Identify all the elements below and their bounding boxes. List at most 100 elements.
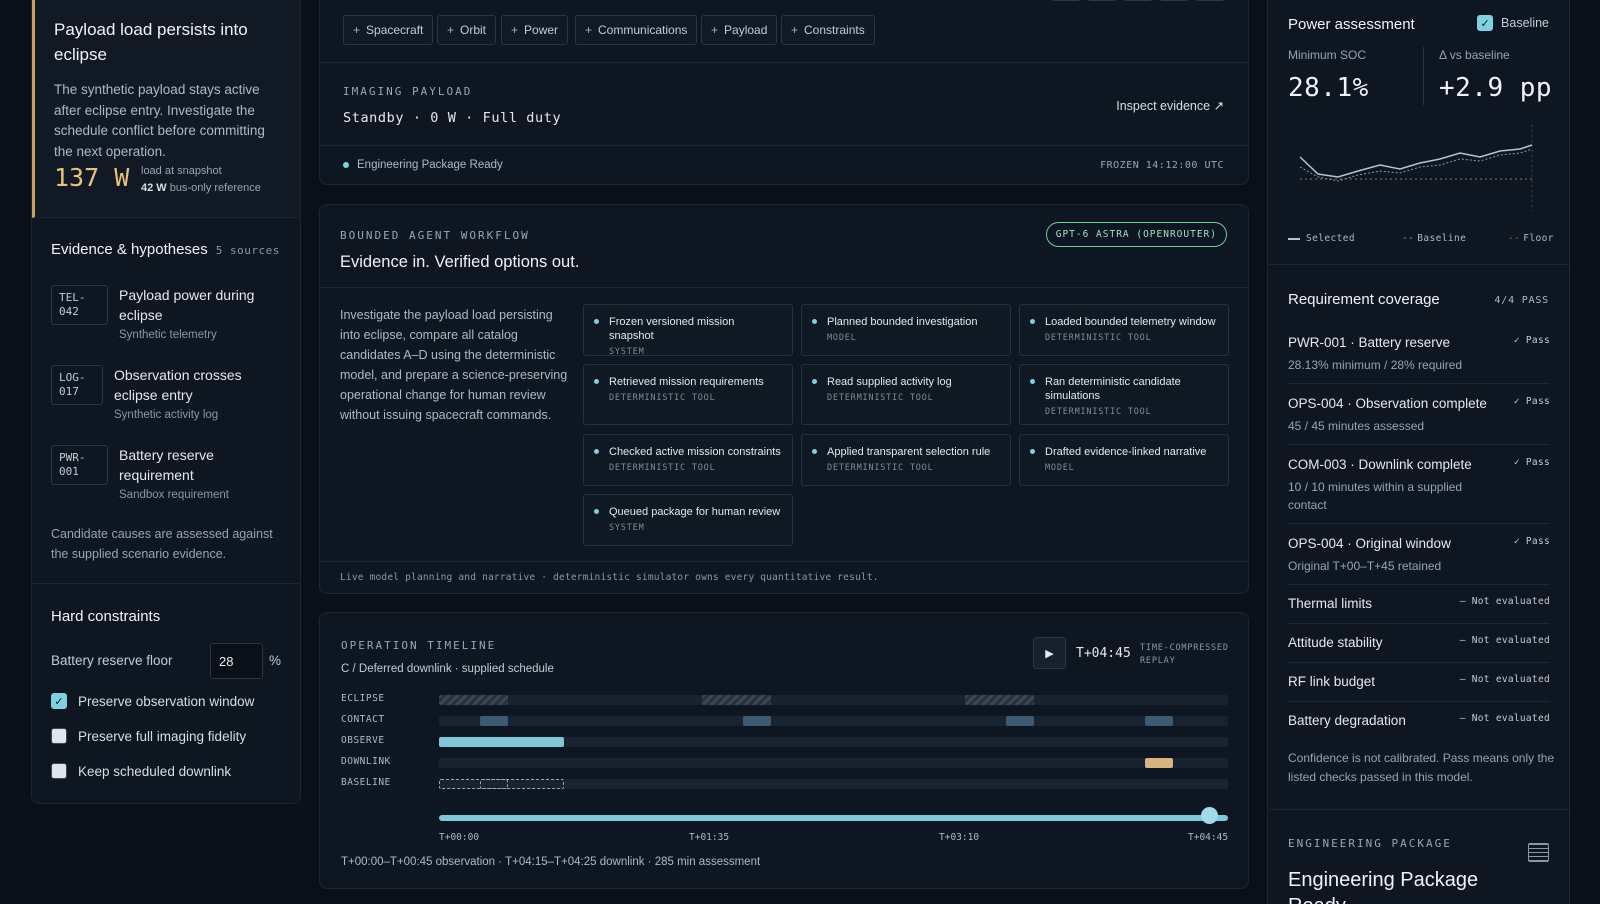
soc-sparkline xyxy=(1299,125,1533,211)
payload-state: Standby · 0 W · Full duty xyxy=(343,110,562,126)
engineering-eyebrow: ENGINEERING PACKAGE xyxy=(1288,837,1452,850)
chip-payload[interactable]: + Payload xyxy=(701,15,778,45)
chip-orbit[interactable]: + Orbit xyxy=(437,15,497,45)
selected-series xyxy=(1299,144,1533,178)
divider xyxy=(320,561,1248,562)
downlink-segment xyxy=(1145,758,1173,768)
requirement-item[interactable]: OPS-004 · Observation complete 45 / 45 mi… xyxy=(1288,396,1550,435)
pass-badge: ✓ Pass xyxy=(1513,536,1550,547)
scrubber-handle[interactable] xyxy=(1201,807,1218,824)
step-dot-icon xyxy=(812,319,817,324)
requirement-item[interactable]: Thermal limits — Not evaluated xyxy=(1288,596,1550,611)
evidence-item[interactable]: TEL- 042 Payload power during eclipse Syn… xyxy=(51,285,286,355)
toolbar-button[interactable] xyxy=(1052,0,1080,1)
contact-segment xyxy=(1006,716,1034,726)
step-dot-icon xyxy=(594,509,599,514)
contact-lane xyxy=(439,716,1228,726)
workflow-step[interactable]: Read supplied activity log DETERMINISTIC … xyxy=(801,364,1011,425)
plus-icon: + xyxy=(353,23,361,37)
workflow-footer: Live model planning and narrative · dete… xyxy=(340,572,879,583)
plus-icon: + xyxy=(447,23,455,37)
divider xyxy=(32,583,300,584)
evidence-count: 5 sources xyxy=(215,244,280,257)
plus-icon: + xyxy=(511,23,519,37)
time-tick: T+04:45 xyxy=(1188,832,1229,843)
evidence-item[interactable]: LOG- 017 Observation crosses eclipse entr… xyxy=(51,365,286,435)
toolbar-button[interactable] xyxy=(1124,0,1152,1)
alert-metric: 137 W xyxy=(54,163,130,192)
evidence-tag: LOG- 017 xyxy=(51,365,103,405)
requirement-item[interactable]: PWR-001 · Battery reserve 28.13% minimum … xyxy=(1288,335,1550,374)
requirements-count: 4/4 PASS xyxy=(1494,295,1549,306)
step-dot-icon xyxy=(1030,449,1035,454)
observe-segment xyxy=(439,737,564,747)
toolbar-button[interactable] xyxy=(1196,0,1224,1)
legend-line-icon xyxy=(1288,237,1300,240)
chip-spacecraft[interactable]: + Spacecraft xyxy=(343,15,434,45)
document-icon[interactable] xyxy=(1528,843,1549,862)
checkbox-empty-icon[interactable] xyxy=(51,728,67,744)
play-button[interactable]: ▶ xyxy=(1033,637,1066,669)
pass-badge: ✓ Pass xyxy=(1513,335,1550,346)
replay-label: TIME-COMPRESSED REPLAY xyxy=(1140,643,1229,666)
requirement-item[interactable]: COM-003 · Downlink complete 10 / 10 minut… xyxy=(1288,457,1550,514)
legend-floor: -- Floor xyxy=(1508,233,1554,244)
frozen-timestamp: FROZEN 14:12:00 UTC xyxy=(1100,160,1224,171)
workflow-step[interactable]: Ran deterministic candidate simulations D… xyxy=(1019,364,1229,425)
workflow-eyebrow: BOUNDED AGENT WORKFLOW xyxy=(340,229,530,242)
contact-segment xyxy=(480,716,508,726)
workflow-description: Investigate the payload load persisting … xyxy=(340,308,568,422)
preserve-observation-checkbox[interactable]: ✓ Preserve observation window xyxy=(51,693,254,709)
engineering-title: Engineering Package Ready xyxy=(1288,869,1479,904)
workflow-step[interactable]: Drafted evidence-linked narrative MODEL xyxy=(1019,434,1229,486)
preserve-fidelity-checkbox[interactable]: Preserve full imaging fidelity xyxy=(51,728,246,744)
workflow-step[interactable]: Planned bounded investigation MODEL xyxy=(801,304,1011,356)
workflow-step[interactable]: Loaded bounded telemetry window DETERMINI… xyxy=(1019,304,1229,356)
eclipse-segment xyxy=(702,695,771,705)
divider xyxy=(1288,523,1550,524)
toolbar-button[interactable] xyxy=(1088,0,1116,1)
workflow-step[interactable]: Frozen versioned mission snapshot SYSTEM xyxy=(583,304,793,357)
workflow-title: Evidence in. Verified options out. xyxy=(340,253,580,271)
checkmark-icon[interactable]: ✓ xyxy=(51,693,67,709)
timeline-summary: T+00:00–T+00:45 observation · T+04:15–T+… xyxy=(341,856,761,868)
workflow-step[interactable]: Applied transparent selection rule DETERM… xyxy=(801,434,1011,486)
chip-communications[interactable]: + Communications xyxy=(575,15,698,45)
workflow-step[interactable]: Queued package for human review SYSTEM xyxy=(583,494,793,546)
divider xyxy=(1288,444,1550,445)
power-title: Power assessment xyxy=(1288,16,1415,33)
requirement-item[interactable]: OPS-004 · Original window Original T+00–T… xyxy=(1288,536,1550,575)
step-dot-icon xyxy=(594,319,599,324)
reserve-floor-unit: % xyxy=(269,653,282,668)
workflow-step[interactable]: Retrieved mission requirements DETERMINIS… xyxy=(583,364,793,425)
workflow-step[interactable]: Checked active mission constraints DETERM… xyxy=(583,434,793,486)
divider xyxy=(1423,47,1424,105)
checkmark-icon[interactable]: ✓ xyxy=(1477,15,1494,31)
toolbar-button[interactable] xyxy=(1160,0,1188,1)
chip-constraints[interactable]: + Constraints xyxy=(781,15,875,45)
min-soc-value: 28.1% xyxy=(1288,73,1369,103)
reserve-floor-input[interactable] xyxy=(210,643,263,679)
divider xyxy=(1288,623,1550,624)
requirement-item[interactable]: Battery degradation — Not evaluated xyxy=(1288,713,1550,728)
checkbox-empty-icon[interactable] xyxy=(51,763,67,779)
evidence-title-text: Battery reserve requirement xyxy=(119,447,214,483)
requirement-item[interactable]: RF link budget — Not evaluated xyxy=(1288,674,1550,689)
time-tick: T+00:00 xyxy=(439,832,480,843)
confidence-note: Confidence is not calibrated. Pass means… xyxy=(1288,751,1555,784)
pass-badge: ✓ Pass xyxy=(1513,457,1550,468)
baseline-toggle[interactable]: ✓ Baseline xyxy=(1477,15,1549,31)
requirement-item[interactable]: Attitude stability — Not evaluated xyxy=(1288,635,1550,650)
lane-label: ECLIPSE xyxy=(341,693,385,704)
timeline-scrubber[interactable] xyxy=(439,815,1228,821)
divider xyxy=(320,145,1248,146)
pass-badge: ✓ Pass xyxy=(1513,396,1550,407)
step-dot-icon xyxy=(594,449,599,454)
constraints-title: Hard constraints xyxy=(51,608,161,625)
lane-label: DOWNLINK xyxy=(341,756,391,767)
keep-downlink-checkbox[interactable]: Keep scheduled downlink xyxy=(51,763,231,779)
chip-power[interactable]: + Power xyxy=(501,15,569,45)
evidence-item[interactable]: PWR- 001 Battery reserve requirement Sand… xyxy=(51,445,286,515)
inspect-evidence-link[interactable]: Inspect evidence ↗ xyxy=(1116,98,1224,113)
time-tick: T+01:35 xyxy=(689,832,730,843)
